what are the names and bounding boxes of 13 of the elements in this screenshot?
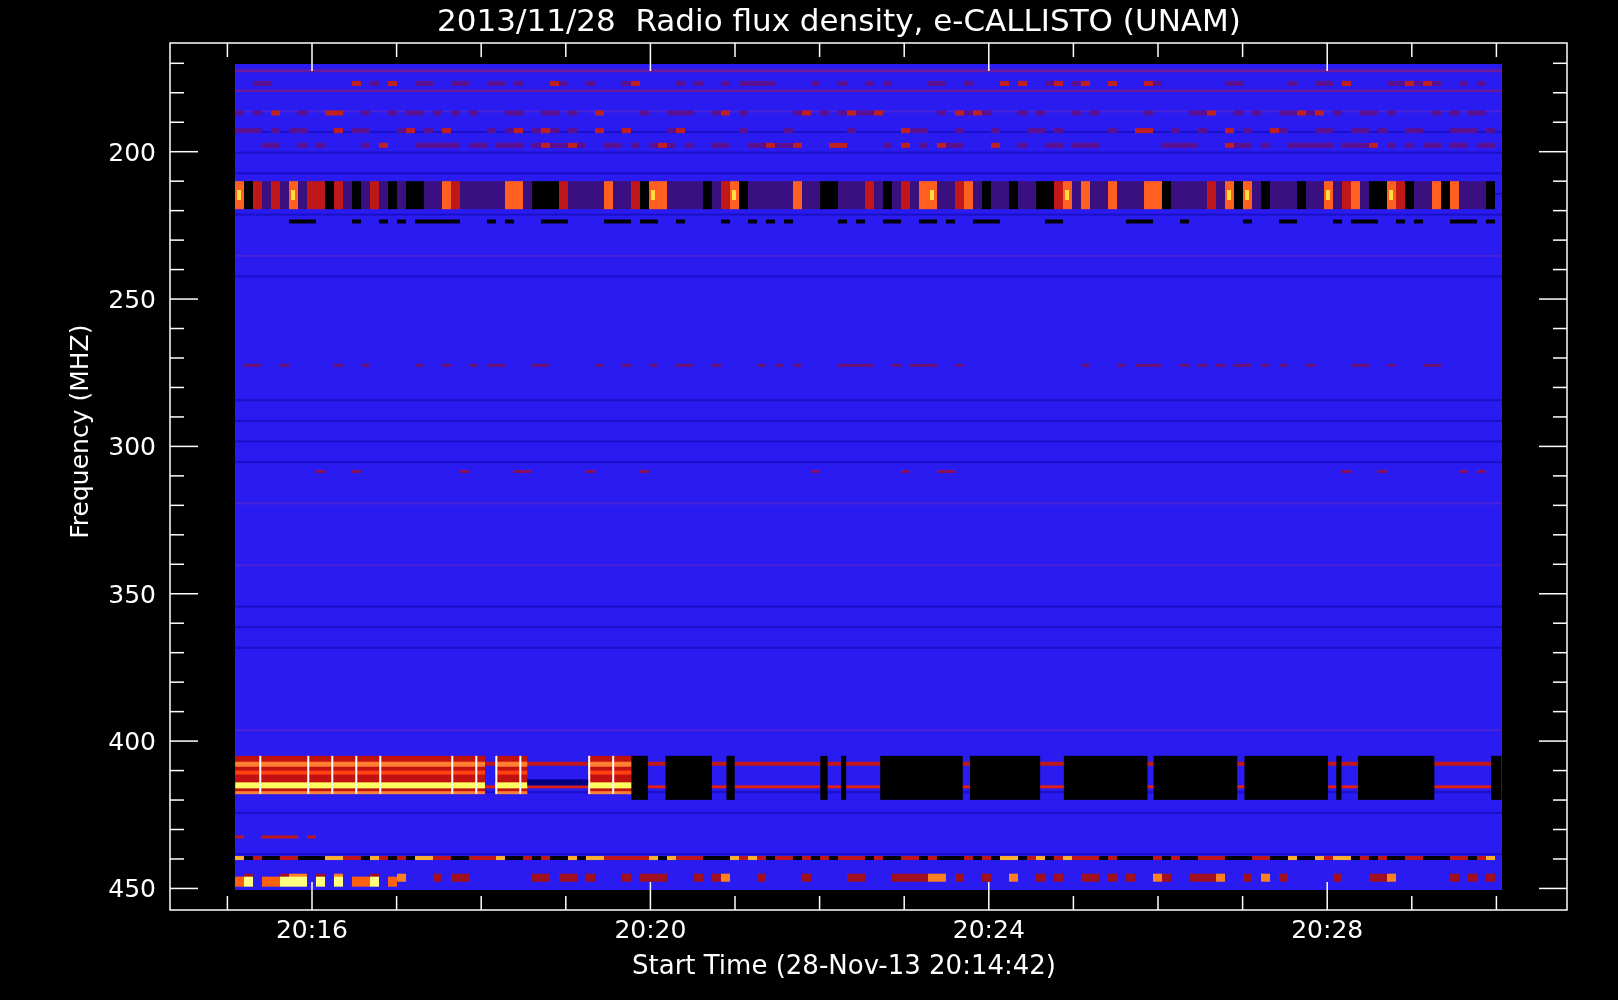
tick-label: 300 bbox=[108, 432, 156, 462]
tick-label: 350 bbox=[108, 579, 156, 609]
tick-label: 20:28 bbox=[1291, 915, 1364, 944]
tick-label: 200 bbox=[108, 137, 156, 167]
tick-label: 400 bbox=[108, 727, 156, 757]
tick-label: 250 bbox=[108, 285, 156, 315]
tick-label: 450 bbox=[108, 874, 156, 904]
chart-title: 2013/11/28 Radio flux density, e-CALLISTO (UNAM) bbox=[437, 4, 1241, 36]
tick-label: 20:20 bbox=[614, 915, 687, 944]
tick-label: 20:24 bbox=[952, 915, 1025, 944]
tick-label: 20:16 bbox=[276, 915, 348, 944]
x-axis-label: Start Time (28-Nov-13 20:14:42) bbox=[632, 952, 1056, 978]
y-axis-label: Frequency (MHZ) bbox=[65, 324, 94, 539]
